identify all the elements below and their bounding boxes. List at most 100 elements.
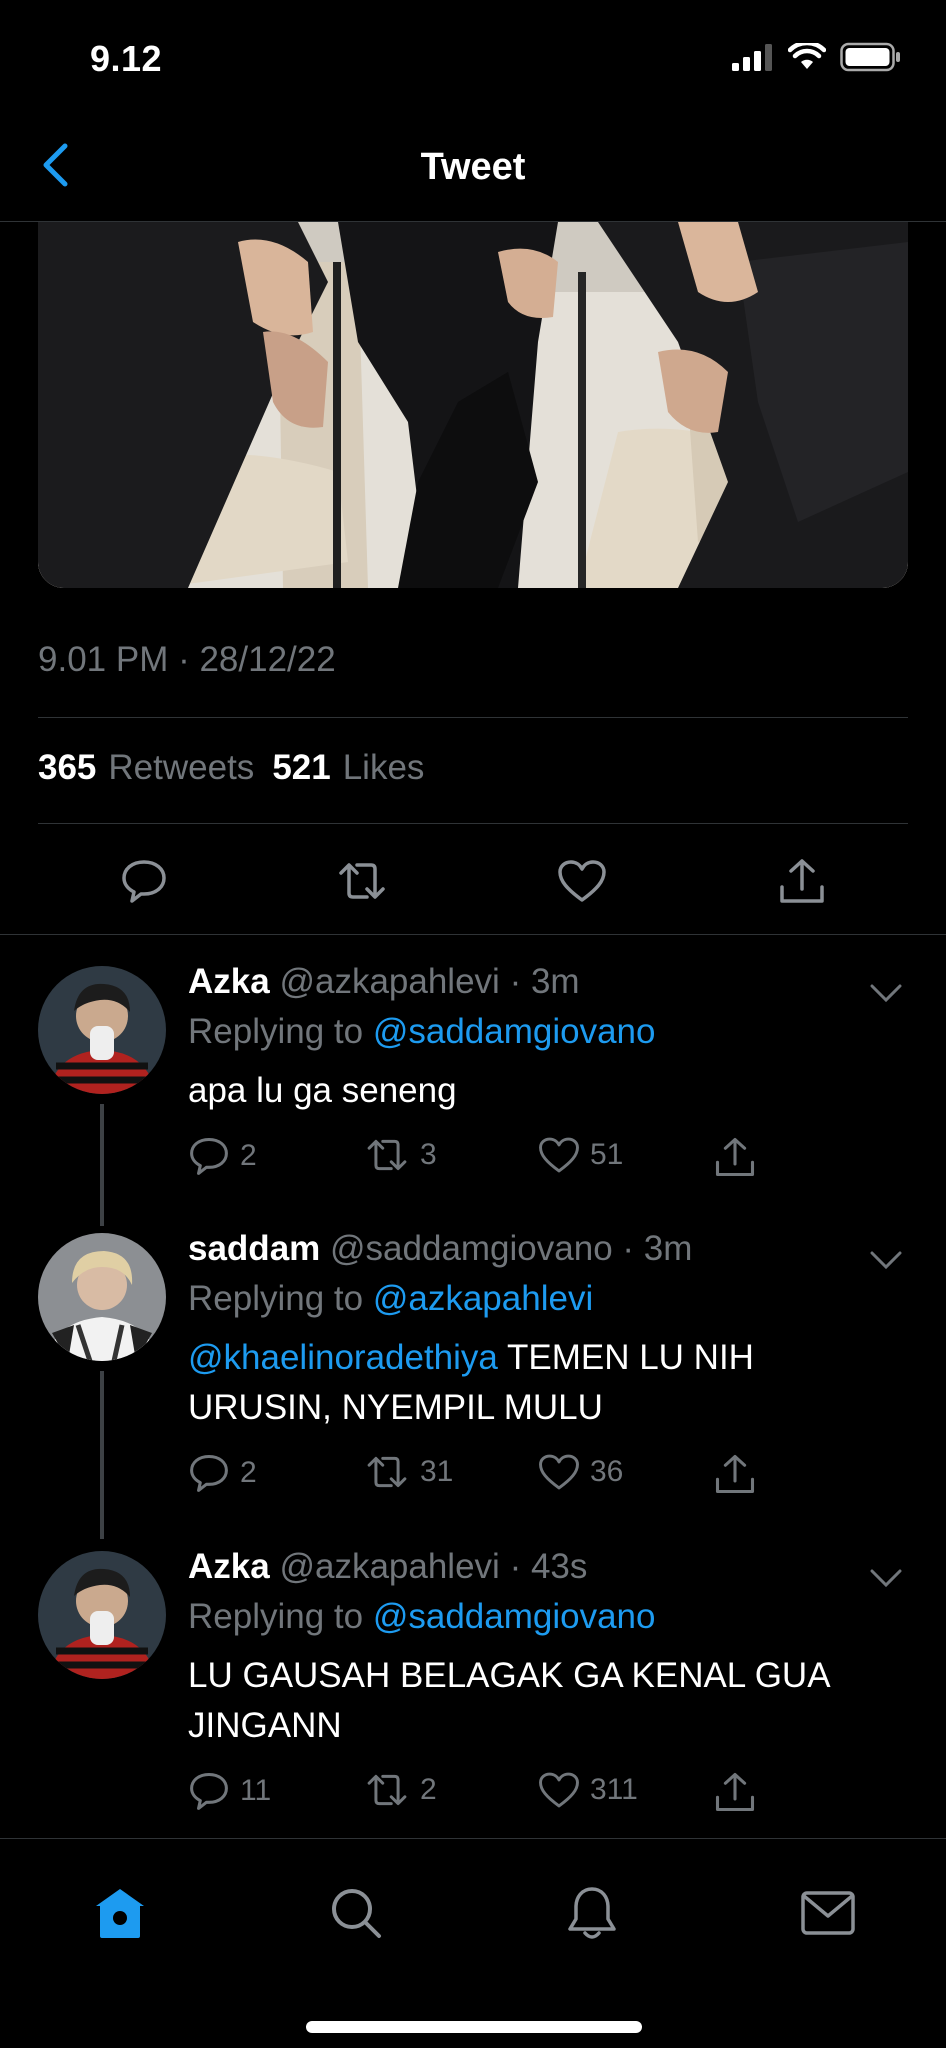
tweet-photo [38, 222, 908, 588]
tab-messages[interactable] [788, 1873, 868, 1953]
reply-text: apa lu ga seneng [188, 1066, 906, 1116]
reply-share-button[interactable] [714, 1136, 756, 1178]
reply-time: · 3m [622, 1229, 693, 1268]
reply-mention[interactable]: @khaelinoradethiya [188, 1338, 498, 1377]
tweet-timestamp: 9.01 PM · 28/12/22 [38, 640, 336, 679]
home-icon [96, 1889, 144, 1938]
reply-author-name[interactable]: Azka [188, 1547, 270, 1586]
like-count: 51 [590, 1138, 624, 1171]
retweet-count: 3 [420, 1138, 437, 1171]
like-count: 311 [590, 1773, 638, 1806]
reply-icon [190, 1137, 228, 1175]
share-icon [715, 1137, 755, 1177]
retweet-count: 2 [420, 1773, 437, 1806]
tweet-stats: 365 Retweets 521 Likes [38, 748, 430, 788]
reply-time: · 3m [509, 962, 580, 1001]
divider [38, 823, 908, 824]
reply-time: · 43s [509, 1547, 588, 1586]
status-bar: 9.12 [0, 0, 946, 110]
reply-header: Azka @azkapahlevi · 3m [188, 962, 906, 1002]
home-indicator[interactable] [306, 2021, 642, 2033]
retweet-icon [367, 1774, 407, 1806]
reply-icon [122, 860, 166, 903]
reply-body: Azka @azkapahlevi · 3m Replying to @sadd… [188, 962, 906, 1186]
like-icon [558, 860, 606, 902]
like-icon [539, 1454, 579, 1490]
like-icon [539, 1772, 579, 1808]
reply-author-name[interactable]: Azka [188, 962, 270, 1001]
like-count: 36 [590, 1455, 624, 1488]
reply-icon [190, 1772, 228, 1810]
likes-label[interactable]: Likes [343, 748, 425, 788]
reply-text-content: apa lu ga seneng [188, 1071, 457, 1110]
likes-count[interactable]: 521 [272, 748, 330, 788]
reply-action-bar: 2 31 36 [188, 1453, 906, 1503]
thread-line [100, 1371, 104, 1539]
reply-retweet-button[interactable]: 2 [364, 1771, 437, 1809]
reply-body: Azka @azkapahlevi · 43s Replying to @sad… [188, 1547, 906, 1821]
reply-header: saddam @saddamgiovano · 3m [188, 1229, 906, 1269]
reply-button[interactable] [114, 853, 174, 909]
tab-search[interactable] [316, 1873, 396, 1953]
status-icons [732, 42, 902, 72]
share-icon [780, 859, 824, 903]
reply-text: @khaelinoradethiya TEMEN LU NIH URUSIN, … [188, 1333, 906, 1433]
comment-count: 2 [240, 1139, 257, 1172]
tab-home[interactable] [80, 1873, 160, 1953]
avatar[interactable] [38, 1233, 166, 1361]
reply-author-handle[interactable]: @azkapahlevi [279, 962, 499, 1001]
avatar[interactable] [38, 1551, 166, 1679]
retweet-button[interactable] [332, 853, 392, 909]
tab-notifications[interactable] [552, 1873, 632, 1953]
page-title: Tweet [420, 146, 526, 188]
replying-to-handle[interactable]: @azkapahlevi [373, 1279, 593, 1318]
avatar[interactable] [38, 966, 166, 1094]
replying-to-label: Replying to [188, 1279, 364, 1318]
mail-icon [801, 1891, 855, 1935]
retweet-icon [367, 1456, 407, 1488]
thread-line [100, 1104, 104, 1226]
reply-retweet-button[interactable]: 3 [364, 1136, 437, 1174]
reply-text: LU GAUSAH BELAGAK GA KENAL GUA JINGANN [188, 1651, 906, 1751]
replying-to-label: Replying to [188, 1012, 364, 1051]
reply-text-content: LU GAUSAH BELAGAK GA KENAL GUA JINGANN [188, 1656, 829, 1745]
bell-icon [568, 1887, 616, 1939]
avatar-image [38, 966, 166, 1094]
replying-to: Replying to @saddamgiovano [188, 1012, 906, 1052]
like-button[interactable] [552, 853, 612, 909]
reply-author-handle[interactable]: @azkapahlevi [279, 1547, 499, 1586]
comment-count: 2 [240, 1456, 257, 1489]
retweets-count[interactable]: 365 [38, 748, 96, 788]
reply-like-button[interactable]: 36 [538, 1453, 623, 1491]
reply-action-bar: 2 3 51 [188, 1136, 906, 1186]
reply-comment-button[interactable]: 2 [188, 1136, 257, 1176]
reply-retweet-button[interactable]: 31 [364, 1453, 453, 1491]
reply-comment-button[interactable]: 11 [188, 1771, 271, 1811]
reply-author-name[interactable]: saddam [188, 1229, 320, 1268]
reply-share-button[interactable] [714, 1771, 756, 1813]
reply-author-handle[interactable]: @saddamgiovano [330, 1229, 613, 1268]
tweet-media-image[interactable] [38, 222, 908, 588]
retweet-count: 31 [420, 1455, 454, 1488]
reply-body: saddam @saddamgiovano · 3m Replying to @… [188, 1229, 906, 1503]
wifi-icon [788, 43, 826, 69]
retweet-icon [367, 1139, 407, 1171]
avatar-image [38, 1551, 166, 1679]
retweet-icon [339, 863, 385, 899]
retweets-label[interactable]: Retweets [108, 748, 254, 788]
share-icon [715, 1454, 755, 1494]
reply-like-button[interactable]: 311 [538, 1771, 638, 1809]
replying-to-handle[interactable]: @saddamgiovano [373, 1597, 656, 1636]
share-button[interactable] [772, 853, 832, 909]
share-icon [715, 1772, 755, 1812]
signal-icon [732, 44, 772, 71]
status-time: 9.12 [90, 38, 163, 79]
replying-to-handle[interactable]: @saddamgiovano [373, 1012, 656, 1051]
comment-count: 11 [240, 1774, 272, 1807]
like-icon [539, 1137, 579, 1173]
reply-comment-button[interactable]: 2 [188, 1453, 257, 1493]
reply-share-button[interactable] [714, 1453, 756, 1495]
battery-icon [840, 42, 900, 72]
tweet-action-bar [38, 845, 908, 915]
reply-like-button[interactable]: 51 [538, 1136, 623, 1174]
